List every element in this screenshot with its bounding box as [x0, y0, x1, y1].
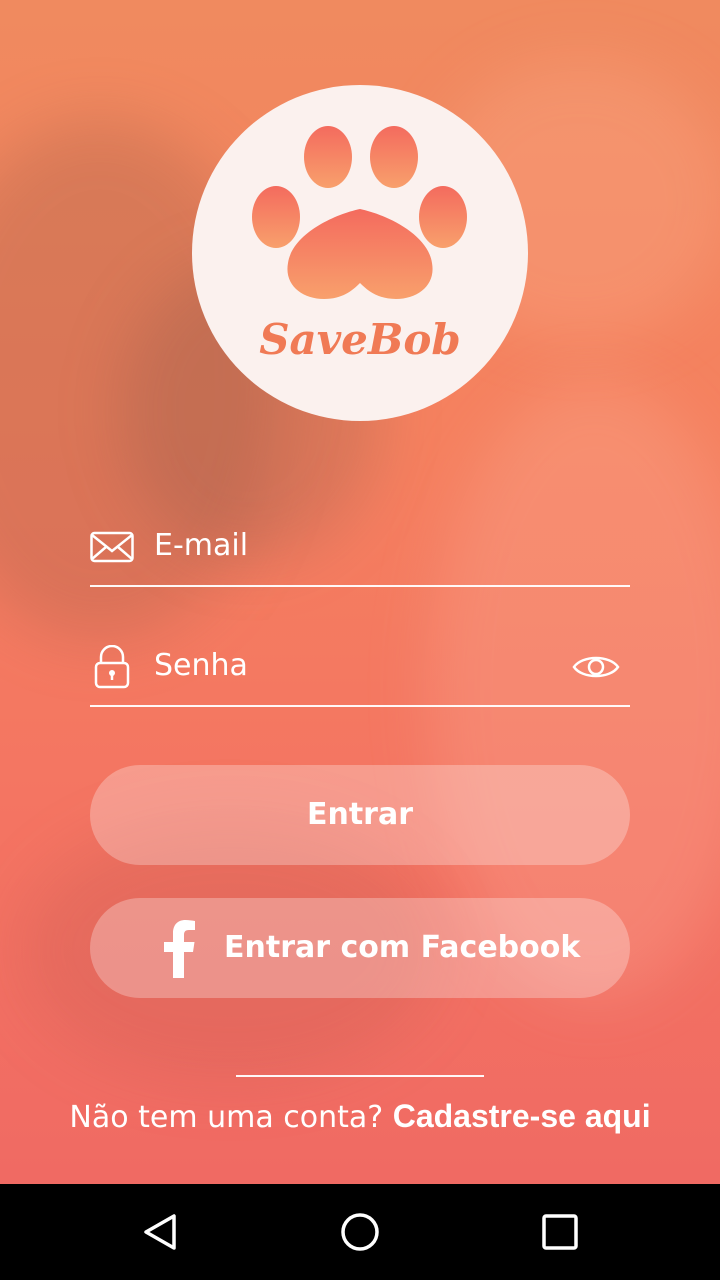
- lock-icon: [94, 645, 130, 689]
- app-logo: SaveBob: [192, 85, 528, 421]
- email-input[interactable]: [154, 523, 554, 567]
- eye-icon[interactable]: [572, 649, 620, 685]
- brand-name: SaveBob: [259, 315, 461, 364]
- back-icon[interactable]: [136, 1208, 184, 1256]
- android-navigation-bar: [0, 1184, 720, 1280]
- login-button[interactable]: Entrar: [90, 765, 630, 865]
- password-input[interactable]: [154, 643, 554, 687]
- facebook-login-button[interactable]: Entrar com Facebook: [90, 898, 630, 998]
- paw-heart-icon: [252, 126, 467, 299]
- login-button-label: Entrar: [306, 797, 414, 832]
- signup-prompt: Não tem uma conta? Cadastre-se aqui: [0, 1098, 720, 1135]
- facebook-button-label: Entrar com Facebook: [224, 930, 581, 965]
- password-field[interactable]: [90, 625, 630, 707]
- divider: [236, 1075, 484, 1077]
- recents-icon[interactable]: [536, 1208, 584, 1256]
- signup-text: Não tem uma conta?: [69, 1100, 393, 1135]
- signup-link[interactable]: Cadastre-se aqui: [393, 1098, 651, 1134]
- home-icon[interactable]: [336, 1208, 384, 1256]
- facebook-icon: [164, 920, 195, 978]
- email-field[interactable]: [90, 505, 630, 587]
- envelope-icon: [90, 531, 134, 563]
- login-screen: SaveBob Entrar Entrar com Facebook: [0, 0, 720, 1184]
